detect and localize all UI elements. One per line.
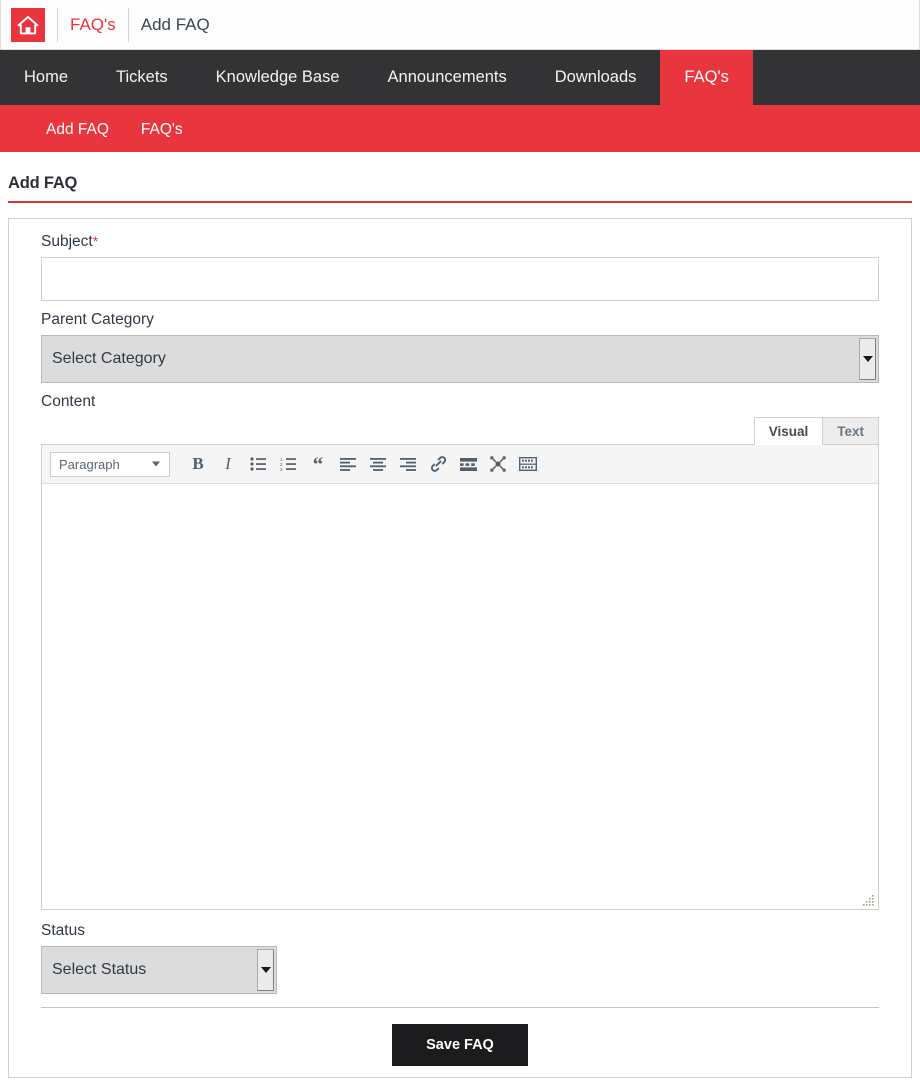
page-title: Add FAQ	[8, 174, 78, 192]
align-right-icon[interactable]	[394, 450, 422, 478]
nav-item-downloads[interactable]: Downloads	[531, 50, 661, 105]
add-faq-form-panel: Subject* Parent Category Select Category…	[8, 218, 912, 1078]
toolbar-toggle-icon[interactable]	[514, 450, 542, 478]
subnav-item-label: Add FAQ	[46, 121, 109, 138]
required-marker: *	[92, 233, 99, 249]
subject-input[interactable]	[41, 257, 879, 301]
status-select[interactable]: Select Status	[41, 946, 277, 994]
paragraph-format-select[interactable]: Paragraph	[50, 451, 170, 477]
italic-glyph: I	[225, 454, 231, 473]
parent-category-selected-value[interactable]: Select Category	[41, 335, 879, 383]
editor-frame: Paragraph B I 1 2 3 “	[41, 444, 879, 910]
parent-category-label: Parent Category	[41, 311, 154, 328]
chevron-down-icon	[152, 461, 160, 467]
breadcrumb-item-faqs[interactable]: FAQ's	[70, 15, 116, 35]
insert-link-icon[interactable]	[424, 450, 452, 478]
breadcrumb-divider	[57, 7, 58, 42]
main-navigation: Home Tickets Knowledge Base Announcement…	[0, 50, 920, 108]
chevron-down-icon[interactable]	[257, 949, 274, 991]
numbered-list-icon[interactable]: 1 2 3	[274, 450, 302, 478]
svg-text:3: 3	[280, 467, 283, 471]
resize-handle-icon[interactable]	[863, 894, 875, 906]
nav-item-label: Downloads	[554, 68, 637, 86]
triangle-glyph	[260, 967, 271, 973]
insert-read-more-icon[interactable]	[454, 450, 482, 478]
editor-toolbar: Paragraph B I 1 2 3 “	[42, 445, 878, 484]
content-editor: Visual Text Paragraph B I 1 2 3 “	[41, 417, 879, 910]
page-title-section: Add FAQ	[0, 152, 920, 203]
nav-item-faqs[interactable]: FAQ's	[660, 50, 753, 105]
bold-glyph: B	[192, 454, 204, 473]
blockquote-glyph: “	[312, 452, 324, 476]
bullet-list-icon[interactable]	[244, 450, 272, 478]
subnav-item-faqs[interactable]: FAQ's	[125, 108, 199, 152]
nav-item-label: Knowledge Base	[215, 68, 340, 86]
nav-item-tickets[interactable]: Tickets	[92, 50, 192, 105]
nav-item-knowledge-base[interactable]: Knowledge Base	[192, 50, 364, 105]
subnav-item-add-faq[interactable]: Add FAQ	[30, 108, 125, 152]
home-icon[interactable]	[11, 7, 45, 42]
tab-visual[interactable]: Visual	[753, 417, 824, 445]
chevron-down-icon[interactable]	[859, 338, 876, 380]
triangle-glyph	[862, 356, 873, 362]
align-left-icon[interactable]	[334, 450, 362, 478]
title-underline	[8, 201, 912, 203]
paragraph-format-value: Paragraph	[59, 456, 120, 472]
status-selected-value[interactable]: Select Status	[41, 946, 277, 994]
nav-item-announcements[interactable]: Announcements	[364, 50, 531, 105]
align-center-icon[interactable]	[364, 450, 392, 478]
nav-item-home[interactable]: Home	[0, 50, 92, 105]
bold-icon[interactable]: B	[184, 450, 212, 478]
breadcrumb-item-add-faq: Add FAQ	[140, 14, 210, 34]
breadcrumb: FAQ's Add FAQ	[0, 0, 920, 50]
nav-item-label: Announcements	[387, 68, 507, 86]
fullscreen-icon[interactable]	[484, 450, 512, 478]
blockquote-icon[interactable]: “	[304, 450, 332, 478]
save-faq-button[interactable]: Save FAQ	[392, 1024, 528, 1066]
subject-label-text: Subject	[41, 233, 93, 250]
breadcrumb-divider	[127, 7, 129, 42]
italic-icon[interactable]: I	[214, 450, 242, 478]
editor-content-area[interactable]	[42, 484, 878, 909]
form-actions: Save FAQ	[41, 1008, 879, 1066]
nav-item-label: Tickets	[116, 68, 168, 86]
nav-item-label: FAQ's	[684, 68, 729, 86]
parent-category-select[interactable]: Select Category	[41, 335, 879, 383]
sub-navigation: Add FAQ FAQ's	[0, 108, 920, 152]
nav-item-label: Home	[24, 68, 69, 86]
editor-tab-bar: Visual Text	[41, 417, 879, 445]
subnav-item-label: FAQ's	[140, 121, 183, 138]
content-label: Content	[41, 393, 96, 410]
status-label: Status	[41, 922, 85, 939]
tab-text[interactable]: Text	[823, 417, 879, 445]
subject-label: Subject*	[41, 233, 879, 251]
